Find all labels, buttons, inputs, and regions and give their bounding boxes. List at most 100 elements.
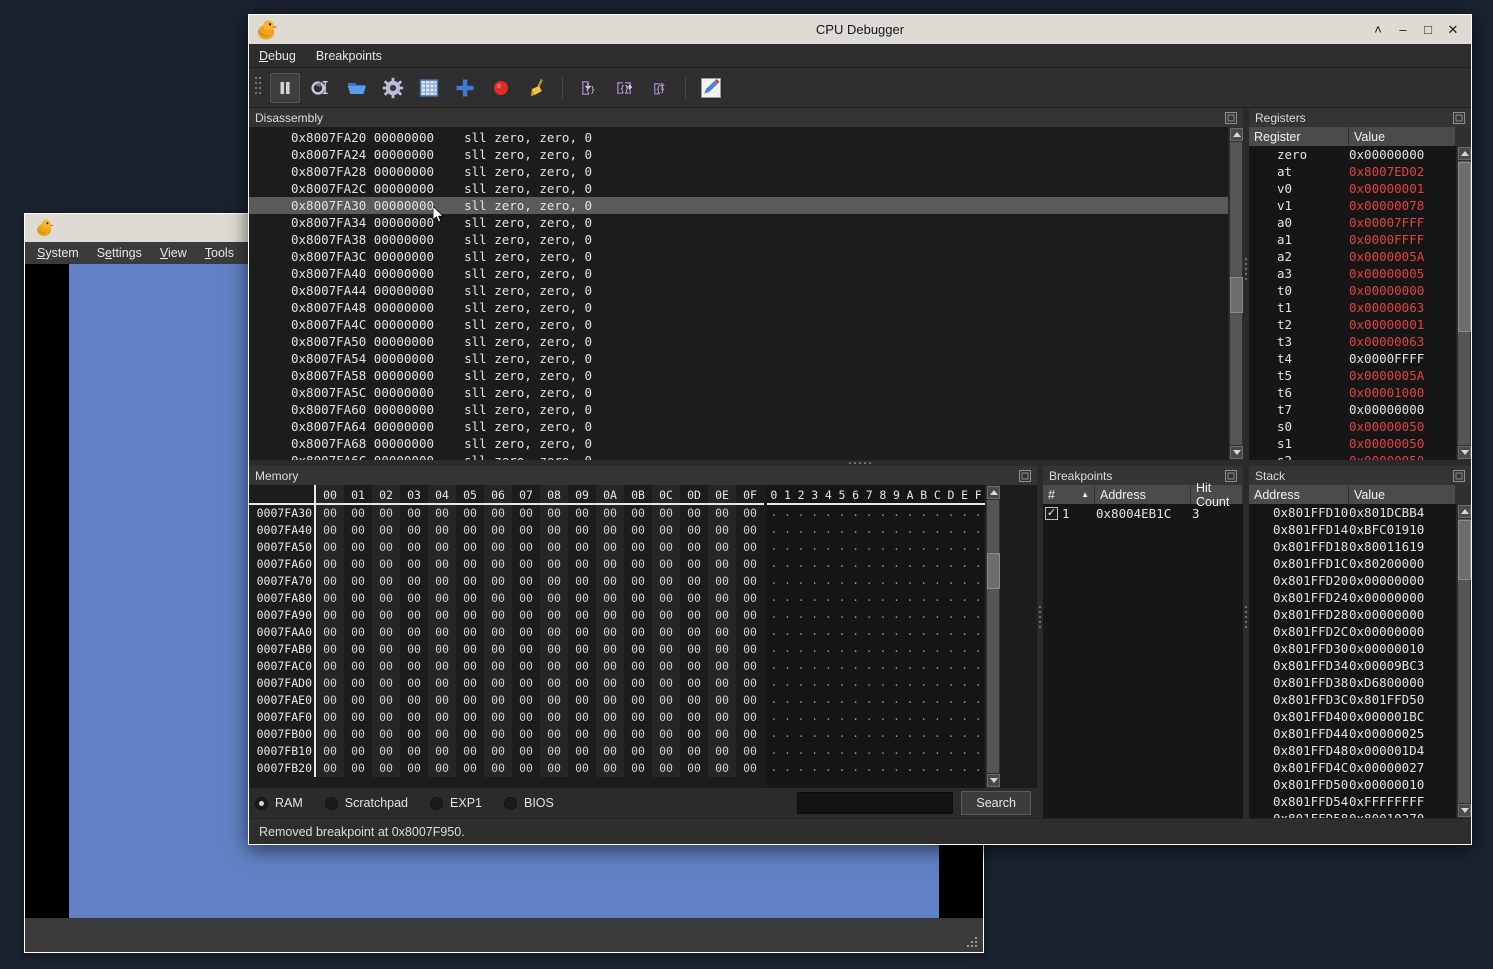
stack-row[interactable]: 0x801FFD30 0x00000010 xyxy=(1249,640,1456,657)
pause-button[interactable] xyxy=(270,72,300,103)
memory-byte-cell[interactable]: 00 xyxy=(680,539,708,556)
memory-byte-cell[interactable]: 00 xyxy=(456,692,484,709)
memory-byte-cell[interactable]: 00 xyxy=(400,505,428,522)
menubar[interactable]: Debug Breakpoints xyxy=(249,44,1471,68)
memory-byte-cell[interactable]: 00 xyxy=(484,539,512,556)
memory-byte-cell[interactable]: 00 xyxy=(540,658,568,675)
memory-byte-cell[interactable]: 00 xyxy=(456,505,484,522)
memory-byte-cell[interactable]: 00 xyxy=(624,624,652,641)
memory-byte-cell[interactable]: 00 xyxy=(736,590,764,607)
memory-byte-cell[interactable]: 00 xyxy=(316,573,344,590)
memory-byte-cell[interactable]: 00 xyxy=(456,658,484,675)
registers-rows[interactable]: zero 0x00000000 at 0x8007ED02 v0 0x00000001 v1… xyxy=(1249,146,1456,460)
stack-row[interactable]: 0x801FFD54 0xFFFFFFFF xyxy=(1249,793,1456,810)
memory-byte-cell[interactable]: 00 xyxy=(540,726,568,743)
memory-row[interactable]: 0007FAC0 00 00 00 00 00 00 00 00 00 00 00 00 00 00 00 00 xyxy=(249,658,764,675)
memory-byte-cell[interactable]: 00 xyxy=(372,522,400,539)
memory-byte-cell[interactable]: 00 xyxy=(624,709,652,726)
stack-row[interactable]: 0x801FFD18 0x80011619 xyxy=(1249,538,1456,555)
step-out-button[interactable]: {} xyxy=(645,73,675,103)
memory-byte-cell[interactable]: 00 xyxy=(456,607,484,624)
stack-row[interactable]: 0x801FFD4C 0x00000027 xyxy=(1249,759,1456,776)
disassembly-line[interactable]: 0x8007FA24 00000000 sll zero, zero, 0 xyxy=(249,146,1228,163)
stack-row[interactable]: 0x801FFD40 0x000001BC xyxy=(1249,708,1456,725)
breakpoints-col-address[interactable]: Address xyxy=(1095,485,1191,504)
registers-table[interactable]: Register Value zero 0x00000000 at 0x8007ED0… xyxy=(1249,127,1471,460)
memory-byte-cell[interactable]: 00 xyxy=(736,726,764,743)
memory-byte-cell[interactable]: 00 xyxy=(428,743,456,760)
memory-byte-cell[interactable]: 00 xyxy=(680,505,708,522)
memory-byte-cell[interactable]: 00 xyxy=(540,590,568,607)
memory-byte-cell[interactable]: 00 xyxy=(680,522,708,539)
step-over-button[interactable]: {} xyxy=(609,73,639,103)
memory-byte-cell[interactable]: 00 xyxy=(428,658,456,675)
memory-ascii-row[interactable]: ................ xyxy=(767,607,985,624)
memory-byte-cell[interactable]: 00 xyxy=(512,607,540,624)
memory-ascii-row[interactable]: ................ xyxy=(767,556,985,573)
memory-byte-cell[interactable]: 00 xyxy=(708,726,736,743)
memory-byte-cell[interactable]: 00 xyxy=(344,760,372,777)
memory-byte-cell[interactable]: 00 xyxy=(652,607,680,624)
memory-byte-cell[interactable]: 00 xyxy=(652,743,680,760)
memory-byte-cell[interactable]: 00 xyxy=(344,709,372,726)
memory-byte-cell[interactable]: 00 xyxy=(344,505,372,522)
clear-breakpoints-broom-button[interactable] xyxy=(522,73,552,103)
memory-byte-cell[interactable]: 00 xyxy=(540,624,568,641)
memory-byte-cell[interactable]: 00 xyxy=(624,692,652,709)
memory-scroll-up-button[interactable] xyxy=(987,486,1000,499)
memory-byte-cell[interactable]: 00 xyxy=(428,607,456,624)
memory-byte-cell[interactable]: 00 xyxy=(512,573,540,590)
memory-byte-cell[interactable]: 00 xyxy=(484,743,512,760)
memory-byte-cell[interactable]: 00 xyxy=(484,624,512,641)
memory-byte-cell[interactable]: 00 xyxy=(512,692,540,709)
register-row[interactable]: t5 0x0000005A xyxy=(1249,367,1456,384)
memory-byte-cell[interactable]: 00 xyxy=(372,556,400,573)
memory-byte-cell[interactable]: 00 xyxy=(456,709,484,726)
memory-ascii-rows[interactable]: ........................................… xyxy=(767,505,985,788)
memory-byte-cell[interactable]: 00 xyxy=(484,573,512,590)
memory-ascii-row[interactable]: ................ xyxy=(767,675,985,692)
memory-byte-cell[interactable]: 00 xyxy=(736,624,764,641)
disassembly-line[interactable]: 0x8007FA64 00000000 sll zero, zero, 0 xyxy=(249,418,1228,435)
open-file-button[interactable] xyxy=(342,73,372,103)
memory-byte-cell[interactable]: 00 xyxy=(372,607,400,624)
memory-byte-cell[interactable]: 00 xyxy=(596,760,624,777)
window-titlebar[interactable]: CPU Debugger ˄ – □ ✕ xyxy=(249,15,1471,44)
memory-byte-cell[interactable]: 00 xyxy=(344,743,372,760)
memory-byte-cell[interactable]: 00 xyxy=(596,590,624,607)
add-breakpoint-button[interactable] xyxy=(450,73,480,103)
emulator-menu-tools[interactable]: Tools xyxy=(205,246,234,260)
memory-byte-cell[interactable]: 00 xyxy=(652,539,680,556)
memory-row[interactable]: 0007FAE0 00 00 00 00 00 00 00 00 00 00 00 00 00 00 00 00 xyxy=(249,692,764,709)
settings-gear-button[interactable] xyxy=(378,73,408,103)
disassembly-line[interactable]: 0x8007FA34 00000000 sll zero, zero, 0 xyxy=(249,214,1228,231)
memory-ascii-grid[interactable]: 0123456789ABCDEF .......................… xyxy=(767,485,985,788)
disassembly-scroll-up-button[interactable] xyxy=(1230,128,1243,141)
memory-byte-cell[interactable]: 00 xyxy=(540,709,568,726)
disassembly-line[interactable]: 0x8007FA48 00000000 sll zero, zero, 0 xyxy=(249,299,1228,316)
memory-byte-cell[interactable]: 00 xyxy=(512,624,540,641)
register-row[interactable]: v1 0x00000078 xyxy=(1249,197,1456,214)
memory-ascii-row[interactable]: ................ xyxy=(767,573,985,590)
memory-byte-cell[interactable]: 00 xyxy=(512,658,540,675)
memory-byte-cell[interactable]: 00 xyxy=(736,607,764,624)
memory-byte-cell[interactable]: 00 xyxy=(316,709,344,726)
stack-col-value[interactable]: Value xyxy=(1349,485,1456,504)
registers-scroll-down-button[interactable] xyxy=(1458,446,1471,459)
memory-byte-cell[interactable]: 00 xyxy=(540,641,568,658)
window-minimize-button[interactable]: – xyxy=(1397,23,1409,36)
memory-ascii-row[interactable]: ................ xyxy=(767,709,985,726)
disassembly-line[interactable]: 0x8007FA60 00000000 sll zero, zero, 0 xyxy=(249,401,1228,418)
memory-byte-cell[interactable]: 00 xyxy=(624,607,652,624)
memory-byte-cell[interactable]: 00 xyxy=(400,743,428,760)
memory-byte-cell[interactable]: 00 xyxy=(736,505,764,522)
memory-ascii-row[interactable]: ................ xyxy=(767,743,985,760)
memory-byte-cell[interactable]: 00 xyxy=(428,539,456,556)
memory-byte-cell[interactable]: 00 xyxy=(484,556,512,573)
memory-byte-cell[interactable]: 00 xyxy=(456,539,484,556)
memory-byte-cell[interactable]: 00 xyxy=(624,522,652,539)
memory-byte-cell[interactable]: 00 xyxy=(568,539,596,556)
memory-byte-cell[interactable]: 00 xyxy=(540,607,568,624)
memory-byte-cell[interactable]: 00 xyxy=(708,556,736,573)
step-button[interactable] xyxy=(306,73,336,103)
